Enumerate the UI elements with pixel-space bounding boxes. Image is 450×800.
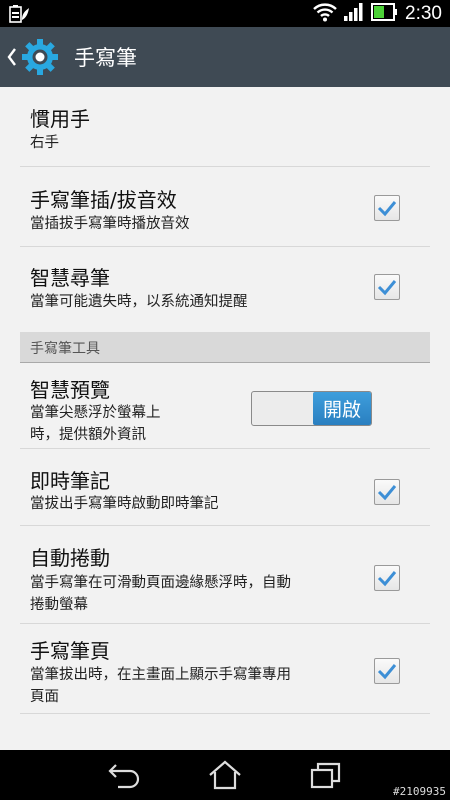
pref-summary: 右手 (30, 135, 59, 151)
instant-memo-checkbox[interactable] (374, 479, 400, 505)
back-icon[interactable] (106, 760, 142, 790)
pref-title: 智慧預覽 (30, 378, 110, 402)
pref-smart-pen-finder[interactable]: 智慧尋筆 當筆可能遺失時，以系統通知提醒 (20, 247, 430, 332)
wifi-icon (313, 2, 337, 26)
pref-title: 智慧尋筆 (30, 266, 110, 290)
pref-summary-line: 時，提供額外資訊 (30, 427, 146, 443)
pref-summary-line: 捲動螢幕 (30, 597, 88, 613)
pref-summary: 當筆可能遺失時，以系統通知提醒 (30, 294, 248, 310)
category-label: 手寫筆工具 (30, 341, 100, 357)
smart-pen-finder-checkbox[interactable] (374, 274, 400, 300)
pref-auto-scroll[interactable]: 自動捲動 當手寫筆在可滑動頁面邊緣懸浮時，自動 捲動螢幕 (20, 526, 430, 624)
pref-summary-line: 當筆尖懸浮於螢幕上 (30, 405, 161, 421)
pref-title: 即時筆記 (30, 469, 110, 493)
pref-summary: 當手寫筆在可滑動頁面邊緣懸浮時，自動 捲動螢幕 (30, 572, 291, 616)
gear-icon[interactable] (20, 37, 60, 77)
pref-title: 手寫筆頁 (30, 639, 110, 663)
chevron-left-icon[interactable] (0, 27, 18, 87)
image-identifier: #2109935 (393, 785, 446, 798)
cell-signal-icon (343, 2, 365, 26)
settings-list: 慣用手 右手 手寫筆插/拔音效 當插拔手寫筆時播放音效 智慧尋筆 當筆可能遺失時… (0, 87, 450, 750)
category-header: 手寫筆工具 (20, 332, 430, 363)
pref-summary: 當筆拔出時，在主畫面上顯示手寫筆專用 頁面 (30, 664, 291, 708)
navigation-bar: #2109935 (0, 750, 450, 800)
pref-instant-memo[interactable]: 即時筆記 當拔出手寫筆時啟動即時筆記 (20, 449, 430, 526)
recent-apps-icon[interactable] (308, 760, 344, 790)
battery-saver-icon (8, 4, 30, 28)
divider (20, 713, 430, 714)
battery-icon (371, 2, 399, 26)
status-bar: 2:30 (0, 0, 450, 27)
clock: 2:30 (405, 3, 442, 24)
pref-summary: 當插拔手寫筆時播放音效 (30, 216, 190, 232)
switch-on-label: 開啟 (313, 392, 371, 425)
pref-dominant-hand[interactable]: 慣用手 右手 (20, 87, 430, 167)
pref-summary-line: 當筆拔出時，在主畫面上顯示手寫筆專用 (30, 667, 291, 683)
pref-title: 手寫筆插/拔音效 (30, 188, 177, 212)
pref-stylus-page[interactable]: 手寫筆頁 當筆拔出時，在主畫面上顯示手寫筆專用 頁面 (20, 624, 430, 714)
auto-scroll-checkbox[interactable] (374, 565, 400, 591)
page-title: 手寫筆 (74, 46, 137, 70)
pref-title: 慣用手 (30, 107, 90, 131)
stylus-page-checkbox[interactable] (374, 658, 400, 684)
pref-summary-line: 當手寫筆在可滑動頁面邊緣懸浮時，自動 (30, 575, 291, 591)
pref-title: 自動捲動 (30, 546, 110, 570)
stylus-sound-checkbox[interactable] (374, 195, 400, 221)
pref-stylus-sound[interactable]: 手寫筆插/拔音效 當插拔手寫筆時播放音效 (20, 167, 430, 247)
smart-preview-switch[interactable]: 開啟 (251, 391, 372, 426)
pref-summary-line: 頁面 (30, 689, 59, 705)
pref-summary: 當拔出手寫筆時啟動即時筆記 (30, 496, 219, 512)
pref-summary: 當筆尖懸浮於螢幕上 時，提供額外資訊 (30, 402, 161, 446)
home-icon[interactable] (207, 760, 243, 790)
action-bar: 手寫筆 (0, 27, 450, 87)
